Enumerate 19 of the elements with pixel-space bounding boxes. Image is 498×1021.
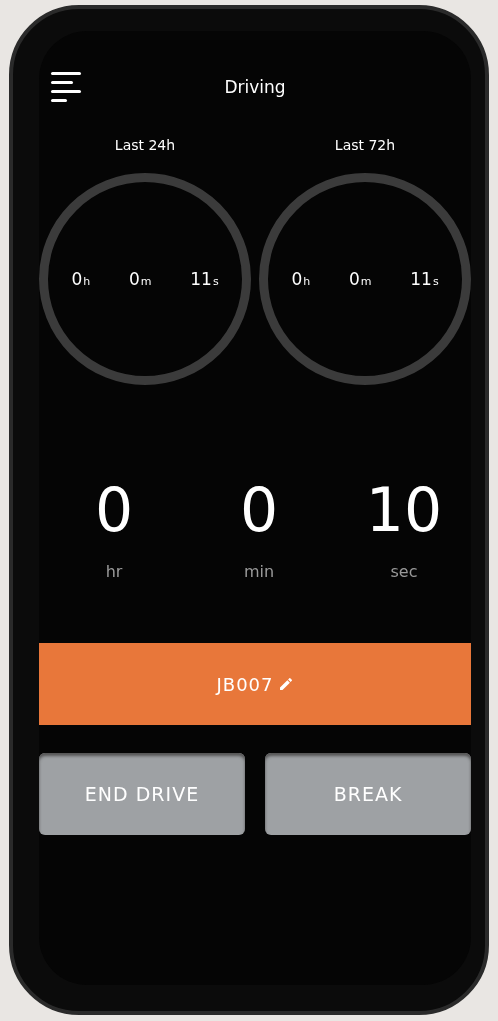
- duration-value: 0m: [348, 269, 372, 289]
- screen-title: Driving: [224, 77, 286, 97]
- action-button[interactable]: BREAK: [265, 753, 471, 835]
- timer-unit: sec: [390, 562, 418, 581]
- duration-value: 0h: [71, 269, 91, 289]
- duration-value: 0m: [128, 269, 152, 289]
- ring-label: Last 72h: [334, 137, 396, 153]
- timer-unit: hr: [105, 562, 123, 581]
- duration-value: 11s: [410, 269, 439, 289]
- action-button[interactable]: END DRIVE: [39, 753, 245, 835]
- timer-unit: min: [243, 562, 275, 581]
- vehicle-id-button[interactable]: JB007: [39, 643, 471, 725]
- timer-value: 10: [365, 480, 443, 540]
- ring-label: Last 24h: [114, 137, 176, 153]
- duration-value: 0h: [291, 269, 311, 289]
- timer-value: 0: [239, 480, 279, 540]
- pencil-icon: [277, 676, 294, 692]
- timer-value: 0: [94, 480, 134, 540]
- duration-value: 11s: [190, 269, 219, 289]
